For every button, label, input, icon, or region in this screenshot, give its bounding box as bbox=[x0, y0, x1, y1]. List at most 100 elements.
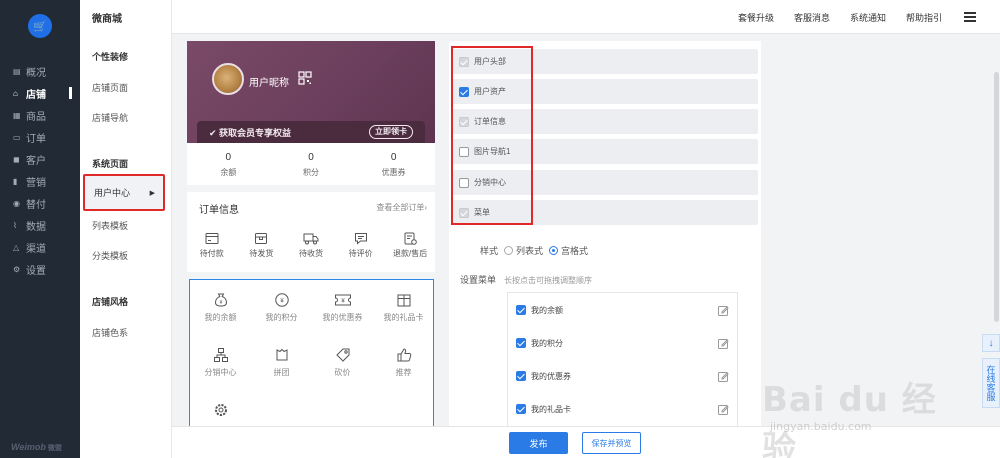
menu-recommend[interactable]: 推荐 bbox=[373, 347, 434, 378]
brand-sub: 微盟 bbox=[47, 445, 62, 452]
list-item[interactable]: 我的优惠券 bbox=[516, 361, 729, 391]
asset-coupons[interactable]: 0 优惠券 bbox=[352, 143, 435, 185]
asset-label: 积分 bbox=[303, 168, 319, 177]
sub-sidebar: 微商城 个性装修 店铺页面 店铺导航 系统页面 用户中心 ▶ 列表模板 分类模板 … bbox=[80, 0, 172, 458]
system-notice-link[interactable]: 系统通知 bbox=[850, 11, 886, 24]
payment-icon: ◉ bbox=[13, 198, 20, 208]
order-pending-payment[interactable]: 待付款 bbox=[187, 232, 237, 259]
user-header-module[interactable]: 用户昵称 ✔ 获取会员专享权益 立即领卡 bbox=[187, 41, 435, 143]
sub-item-store-nav[interactable]: 店铺导航 bbox=[92, 111, 128, 124]
hamburger-menu-icon[interactable] bbox=[964, 12, 976, 24]
claim-card-button[interactable]: 立即领卡 bbox=[369, 125, 413, 139]
menu-item-label: 拼团 bbox=[273, 368, 290, 377]
data-icon: ⌇ bbox=[13, 220, 17, 230]
comment-icon bbox=[354, 233, 367, 245]
nav-item-settings[interactable]: ⚙ 设置 bbox=[0, 258, 80, 280]
sub-item-category-template[interactable]: 分类模板 bbox=[92, 249, 128, 262]
nav-item-marketing[interactable]: ▮ 营销 bbox=[0, 170, 80, 192]
menu-module[interactable]: ¥ 我的余额 ¥ 我的积分 ¥ 我的优惠券 我的礼品卡 分销中心 拼团 砍价 推… bbox=[189, 279, 434, 447]
nav-item-store[interactable]: ⌂ 店铺 bbox=[0, 82, 80, 104]
order-status-label: 待发货 bbox=[249, 249, 274, 258]
group-custom-decoration: 个性装修 bbox=[92, 52, 129, 62]
edit-icon[interactable] bbox=[718, 338, 729, 349]
vip-banner[interactable]: ✔ 获取会员专享权益 立即领卡 bbox=[197, 121, 425, 143]
user-nickname: 用户昵称 bbox=[249, 78, 289, 89]
sub-item-user-center[interactable]: 用户中心 ▶ bbox=[83, 174, 165, 211]
publish-button[interactable]: 发布 bbox=[509, 432, 568, 454]
nav-item-data[interactable]: ⌇ 数据 bbox=[0, 214, 80, 236]
checkbox-checked[interactable] bbox=[516, 371, 526, 381]
upgrade-link[interactable]: 套餐升级 bbox=[738, 11, 774, 24]
menu-my-gift-cards[interactable]: 我的礼品卡 bbox=[373, 292, 434, 323]
edit-icon[interactable] bbox=[718, 305, 729, 316]
menu-item-label: 砍价 bbox=[334, 368, 351, 377]
nav-item-channels[interactable]: △ 渠道 bbox=[0, 236, 80, 258]
save-preview-button[interactable]: 保存并预览 bbox=[582, 432, 641, 454]
edit-icon[interactable] bbox=[718, 371, 729, 382]
avatar bbox=[212, 63, 244, 95]
store-icon: ⌂ bbox=[13, 88, 18, 98]
app-logo-icon[interactable]: 🛒 bbox=[28, 14, 52, 38]
radio-list-style[interactable] bbox=[504, 246, 514, 255]
nav-item-customers[interactable]: ◼ 客户 bbox=[0, 148, 80, 170]
scrollbar-thumb[interactable] bbox=[994, 72, 999, 322]
group-system-pages: 系统页面 bbox=[92, 159, 129, 169]
radio-grid-style[interactable] bbox=[549, 246, 559, 255]
order-status-label: 退款/售后 bbox=[393, 249, 428, 258]
menu-settings[interactable] bbox=[190, 402, 251, 422]
order-pending-receipt[interactable]: 待收货 bbox=[286, 232, 336, 259]
nav-item-overview[interactable]: ▤ 概况 bbox=[0, 60, 80, 82]
menu-bargain[interactable]: 砍价 bbox=[312, 347, 373, 378]
order-info-module[interactable]: 订单信息 查看全部订单› 待付款 待发货 待收货 待评价 退款/售后 bbox=[187, 192, 435, 272]
edit-icon[interactable] bbox=[718, 404, 729, 415]
vip-banner-text: ✔ 获取会员专享权益 bbox=[209, 126, 291, 139]
phone-preview: 用户昵称 ✔ 获取会员专享权益 立即领卡 0 余额 0 积分 0 优惠券 订单信息 查… bbox=[187, 41, 435, 458]
menu-group-buy[interactable]: 拼团 bbox=[251, 347, 312, 378]
svg-text:¥: ¥ bbox=[219, 300, 222, 306]
checkbox-checked[interactable] bbox=[516, 305, 526, 315]
sub-item-store-page[interactable]: 店铺页面 bbox=[92, 81, 128, 94]
checkbox-checked[interactable] bbox=[516, 338, 526, 348]
nav-item-goods[interactable]: ▦ 商品 bbox=[0, 104, 80, 126]
nav-label: 替付 bbox=[26, 199, 46, 211]
nav-item-orders[interactable]: ▭ 订单 bbox=[0, 126, 80, 148]
style-selector: 样式 列表式 宫格式 bbox=[480, 244, 588, 257]
sub-item-store-color[interactable]: 店铺色系 bbox=[92, 326, 128, 339]
goods-icon: ▦ bbox=[13, 110, 21, 120]
nav-label: 数据 bbox=[26, 221, 46, 233]
service-messages-link[interactable]: 客服消息 bbox=[794, 11, 830, 24]
order-status-row: 待付款 待发货 待收货 待评价 退款/售后 bbox=[187, 232, 435, 259]
checkbox-checked[interactable] bbox=[516, 404, 526, 414]
overview-icon: ▤ bbox=[13, 66, 21, 76]
menu-my-points[interactable]: ¥ 我的积分 bbox=[251, 292, 312, 323]
order-refund[interactable]: 退款/售后 bbox=[385, 232, 435, 259]
price-tag-icon bbox=[335, 348, 349, 362]
online-service-button[interactable]: 在线客服 bbox=[982, 358, 1000, 408]
modules-highlight-box bbox=[451, 46, 533, 225]
order-pending-review[interactable]: 待评价 bbox=[336, 232, 386, 259]
list-item[interactable]: 我的余额 bbox=[516, 295, 729, 325]
radio-label[interactable]: 列表式 bbox=[516, 244, 543, 257]
download-arrow-icon[interactable]: ↓ bbox=[982, 334, 1000, 352]
list-item[interactable]: 我的积分 bbox=[516, 328, 729, 358]
sub-item-list-template[interactable]: 列表模板 bbox=[92, 219, 128, 232]
menu-my-coupons[interactable]: ¥ 我的优惠券 bbox=[312, 292, 373, 323]
nav-item-payment[interactable]: ◉ 替付 bbox=[0, 192, 80, 214]
user-assets-module[interactable]: 0 余额 0 积分 0 优惠券 bbox=[187, 143, 435, 185]
qrcode-icon bbox=[298, 71, 312, 85]
asset-balance[interactable]: 0 余额 bbox=[187, 143, 270, 185]
menu-distribution-center[interactable]: 分销中心 bbox=[190, 347, 251, 378]
asset-value: 0 bbox=[225, 152, 232, 163]
watermark: Bai du 经验 jingyan.baidu.com bbox=[762, 364, 942, 458]
order-pending-shipment[interactable]: 待发货 bbox=[237, 232, 287, 259]
help-link[interactable]: 帮助指引 bbox=[906, 11, 942, 24]
menu-item-label: 分销中心 bbox=[204, 368, 237, 377]
top-header: 套餐升级 客服消息 系统通知 帮助指引 bbox=[172, 0, 1000, 34]
radio-label[interactable]: 宫格式 bbox=[561, 244, 588, 257]
asset-points[interactable]: 0 积分 bbox=[270, 143, 353, 185]
brand-name: Weimob bbox=[11, 442, 46, 452]
view-all-orders-link[interactable]: 查看全部订单› bbox=[376, 202, 427, 213]
customers-icon: ◼ bbox=[13, 154, 20, 164]
list-item[interactable]: 我的礼品卡 bbox=[516, 394, 729, 424]
menu-my-balance[interactable]: ¥ 我的余额 bbox=[190, 292, 251, 323]
